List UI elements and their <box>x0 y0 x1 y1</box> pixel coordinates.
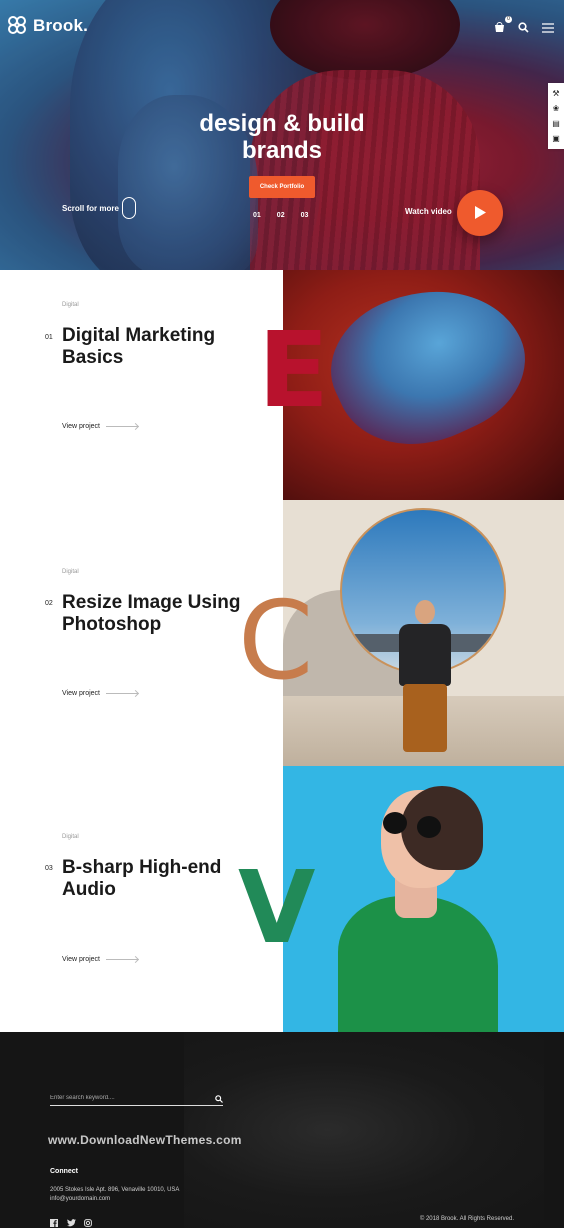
arrow-right-icon <box>106 959 139 960</box>
search-input[interactable] <box>50 1089 200 1107</box>
slide-dot-1[interactable]: 01 <box>253 212 261 219</box>
search-icon[interactable] <box>215 1090 223 1108</box>
slider-pagination: 01 02 03 <box>253 212 308 219</box>
instagram-icon[interactable] <box>84 1214 92 1227</box>
project-category[interactable]: Digital <box>62 569 79 575</box>
facebook-icon[interactable] <box>50 1214 58 1227</box>
scroll-mouse-icon[interactable] <box>122 197 136 219</box>
hero-section: Brook. 0 ⚒ ❀ ▤ ▣ design & build brands C… <box>0 0 564 270</box>
scroll-label: Scroll for more <box>62 204 119 213</box>
project-category[interactable]: Digital <box>62 302 79 308</box>
email-link[interactable]: info@yourdomain.com <box>50 1195 179 1204</box>
hero-title: design & build brands <box>199 110 365 164</box>
view-project-link[interactable]: View project <box>62 956 139 963</box>
check-portfolio-button[interactable]: Check Portfolio <box>249 176 315 198</box>
menu-icon[interactable] <box>542 20 556 34</box>
project-item: Digital 03 B-sharp High-end Audio View p… <box>0 766 564 1032</box>
arrow-right-icon <box>106 693 139 694</box>
watermark-text: www.DownloadNewThemes.com <box>48 1133 242 1147</box>
project-letter: C <box>238 579 314 704</box>
slide-dot-3[interactable]: 03 <box>301 212 309 219</box>
project-letter: E <box>258 309 330 431</box>
project-title[interactable]: B-sharp High-end Audio <box>62 857 252 901</box>
project-item: Digital 02 Resize Image Using Photoshop … <box>0 500 564 766</box>
contact-info: 2005 Stokes Isle Apt. 896, Venaville 100… <box>50 1186 179 1204</box>
connect-heading: Connect <box>50 1168 78 1175</box>
view-project-link[interactable]: View project <box>62 423 139 430</box>
project-image[interactable] <box>283 766 564 1032</box>
wrench-icon[interactable]: ⚒ <box>552 89 559 98</box>
cart-icon[interactable]: 0 <box>494 16 512 34</box>
logo-icon <box>8 16 28 36</box>
project-category[interactable]: Digital <box>62 834 79 840</box>
logo-text: Brook. <box>33 16 89 35</box>
address-text: 2005 Stokes Isle Apt. 896, Venaville 100… <box>50 1187 180 1193</box>
project-title[interactable]: Resize Image Using Photoshop <box>62 592 252 636</box>
header-actions: 0 <box>494 16 556 34</box>
project-letter: V <box>238 849 316 966</box>
copyright-text: © 2018 Brook. All Rights Reserved. <box>419 1216 514 1222</box>
project-image[interactable] <box>283 500 564 766</box>
project-number: 01 <box>45 334 53 341</box>
play-icon <box>475 206 486 219</box>
slide-dot-2[interactable]: 02 <box>277 212 285 219</box>
twitter-icon[interactable] <box>67 1214 76 1227</box>
cart-count-badge: 0 <box>505 16 512 23</box>
social-links <box>50 1214 92 1227</box>
watch-video-label[interactable]: Watch video <box>405 207 452 216</box>
project-item: Digital 01 Digital Marketing Basics View… <box>0 270 564 500</box>
view-project-link[interactable]: View project <box>62 690 139 697</box>
search-icon[interactable] <box>518 20 532 34</box>
play-video-button[interactable] <box>457 190 503 236</box>
project-number: 03 <box>45 865 53 872</box>
project-title[interactable]: Digital Marketing Basics <box>62 325 252 369</box>
footer: www.DownloadNewThemes.com Connect 2005 S… <box>0 1032 564 1228</box>
arrow-right-icon <box>106 426 139 427</box>
footer-search <box>50 1086 223 1108</box>
logo[interactable]: Brook. <box>8 16 88 36</box>
project-number: 02 <box>45 600 53 607</box>
